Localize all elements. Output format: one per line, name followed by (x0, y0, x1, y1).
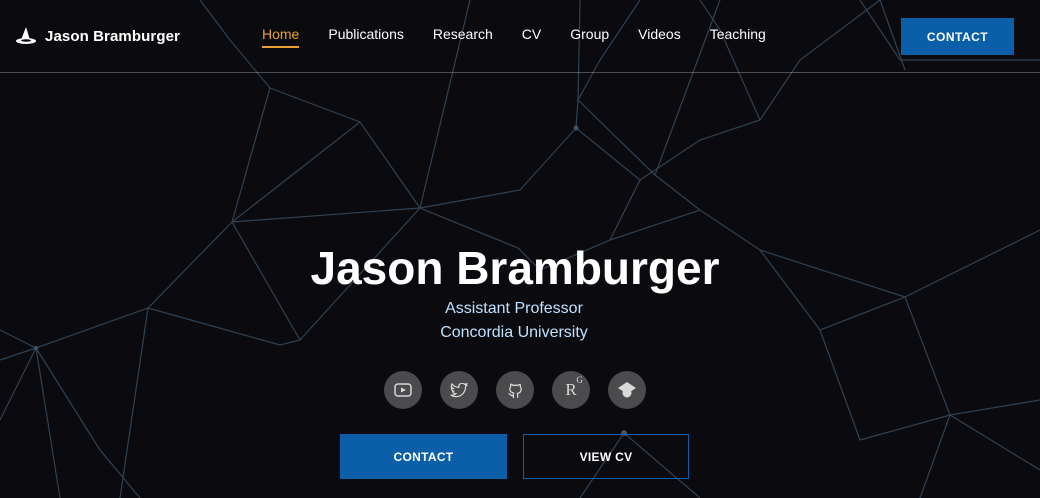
twitter-icon (450, 382, 468, 397)
nav-group[interactable]: Group (570, 26, 609, 42)
header-contact-button[interactable]: CONTACT (901, 18, 1014, 55)
view-cv-button[interactable]: VIEW CV (523, 434, 689, 479)
researchgate-link[interactable]: RG (552, 371, 590, 409)
researchgate-superscript: G (576, 375, 583, 385)
hero-contact-button[interactable]: CONTACT (340, 434, 507, 479)
social-links: RG (384, 371, 664, 409)
hero-organization: Concordia University (440, 324, 588, 341)
brand-name: Jason Bramburger (45, 27, 180, 45)
nav-home[interactable]: Home (262, 26, 300, 48)
nav-cv[interactable]: CV (522, 26, 541, 42)
google-scholar-link[interactable] (608, 371, 646, 409)
top-navbar: Jason Bramburger Home Publications Resea… (0, 0, 1040, 73)
twitter-link[interactable] (440, 371, 478, 409)
nav-videos[interactable]: Videos (638, 26, 681, 42)
main-nav: Home Publications Research CV Group Vide… (262, 26, 795, 48)
nav-teaching[interactable]: Teaching (710, 26, 766, 42)
google-scholar-icon (618, 382, 636, 398)
researchgate-icon: RG (565, 375, 583, 400)
github-link[interactable] (496, 371, 534, 409)
wizard-hat-icon (16, 27, 36, 44)
nav-research[interactable]: Research (433, 26, 493, 42)
youtube-icon (394, 383, 412, 397)
researchgate-letter: R (565, 380, 577, 399)
hero-name: Jason Bramburger (310, 242, 720, 294)
hero-title: Assistant Professor (445, 300, 583, 317)
youtube-link[interactable] (384, 371, 422, 409)
nav-publications[interactable]: Publications (328, 26, 404, 42)
hero-section: Jason Bramburger Assistant Professor Con… (0, 0, 1040, 498)
github-icon (507, 383, 522, 398)
brand[interactable]: Jason Bramburger (14, 24, 180, 48)
